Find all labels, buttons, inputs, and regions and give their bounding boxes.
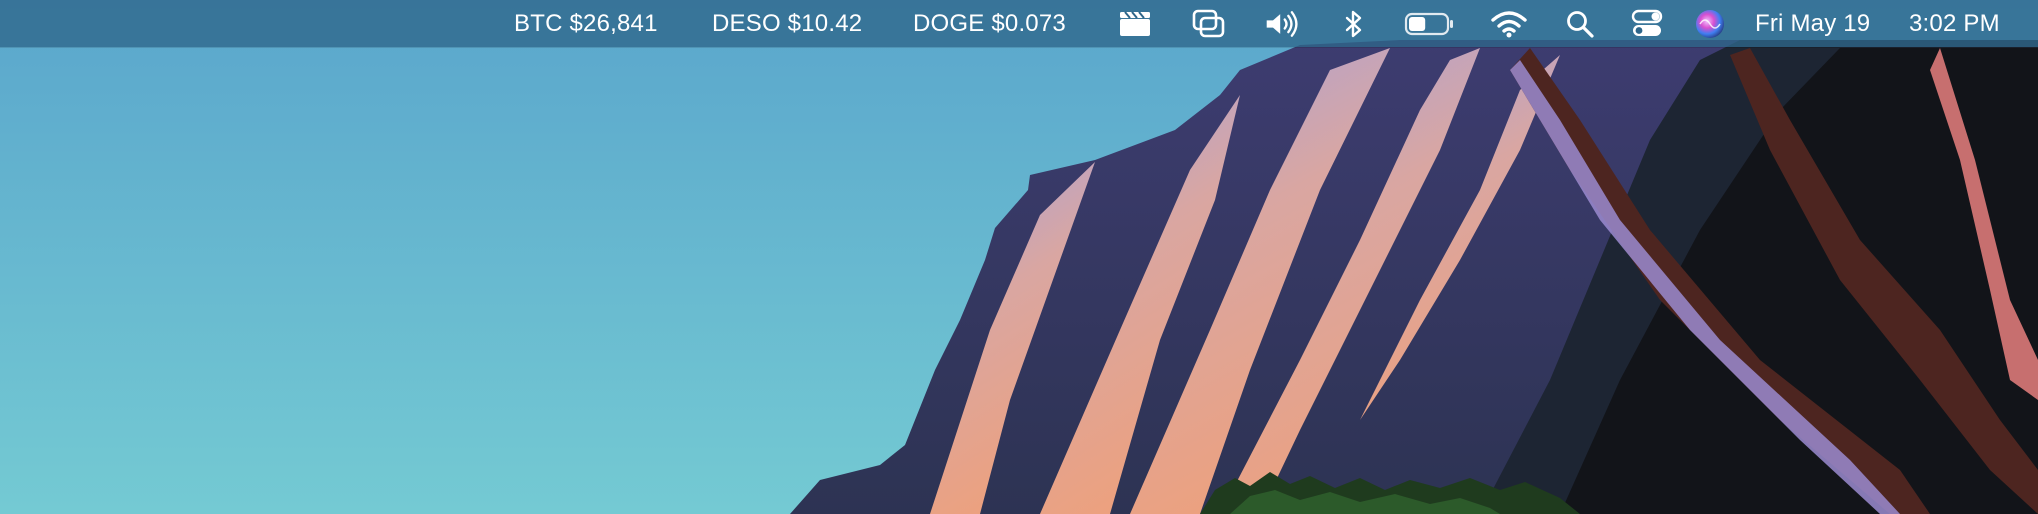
siri-icon[interactable] — [1692, 6, 1728, 42]
desktop-wallpaper — [0, 0, 2038, 514]
search-icon[interactable] — [1562, 6, 1598, 42]
window-overlap-icon[interactable] — [1191, 6, 1227, 42]
menu-bar: BTC $26,841 DESO $10.42 DOGE $0.073 Fri … — [0, 0, 2038, 47]
ticker-doge[interactable]: DOGE $0.073 — [913, 0, 1066, 47]
control-center-icon[interactable] — [1629, 6, 1665, 42]
bluetooth-icon[interactable] — [1336, 6, 1372, 42]
menubar-time[interactable]: 3:02 PM — [1909, 0, 2000, 47]
ticker-deso[interactable]: DESO $10.42 — [712, 0, 862, 47]
volume-icon[interactable] — [1264, 6, 1300, 42]
battery-icon[interactable] — [1402, 6, 1458, 42]
wifi-icon[interactable] — [1491, 6, 1527, 42]
clapperboard-icon[interactable] — [1117, 6, 1153, 42]
ticker-btc[interactable]: BTC $26,841 — [514, 0, 658, 47]
menubar-date[interactable]: Fri May 19 — [1755, 0, 1870, 47]
